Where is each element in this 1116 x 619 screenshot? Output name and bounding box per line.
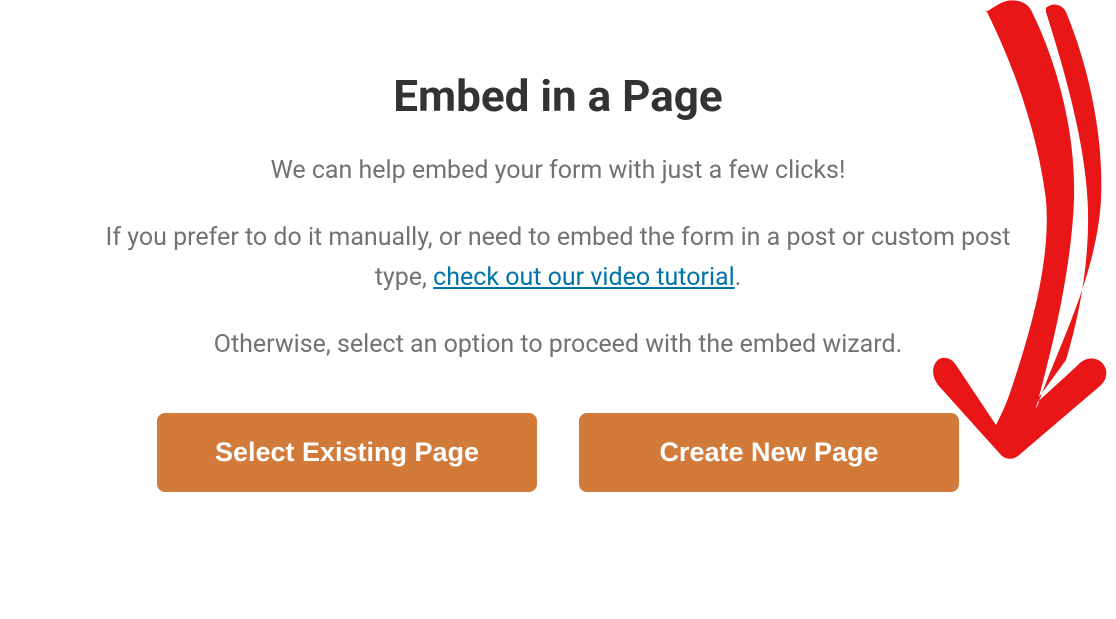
modal-title: Embed in a Page [100,70,1016,122]
modal-intro: We can help embed your form with just a … [100,152,1016,190]
select-existing-page-button[interactable]: Select Existing Page [157,413,537,492]
embed-modal: Embed in a Page We can help embed your f… [0,0,1116,532]
create-new-page-button[interactable]: Create New Page [579,413,959,492]
manual-suffix: . [735,263,742,292]
modal-manual-text: If you prefer to do it manually, or need… [100,218,1016,298]
tutorial-link[interactable]: check out our video tutorial [433,263,735,292]
button-row: Select Existing Page Create New Page [100,413,1016,492]
modal-otherwise: Otherwise, select an option to proceed w… [100,326,1016,364]
